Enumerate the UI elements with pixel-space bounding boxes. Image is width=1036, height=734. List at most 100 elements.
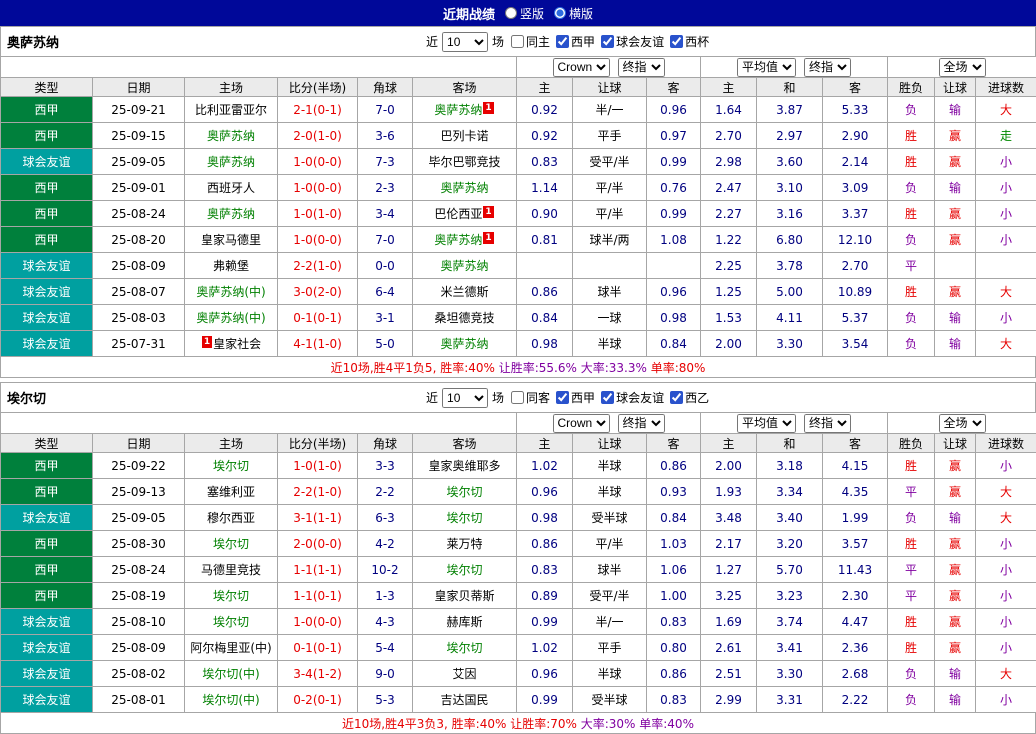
away-team-cell: 巴列卡诺 <box>413 123 517 149</box>
result-handicap: 赢 <box>935 479 976 505</box>
column-header: 比分(半场) <box>278 434 358 453</box>
same-venue-checkbox-box[interactable] <box>511 35 524 48</box>
match-row: 西甲25-09-22埃尔切1-0(1-0)3-3皇家奥维耶多1.02半球0.86… <box>1 453 1036 479</box>
match-date: 25-08-01 <box>93 687 185 713</box>
same-venue-checkbox[interactable]: 同客 <box>511 389 550 406</box>
result-wdl: 平 <box>888 583 935 609</box>
league-filter-checkbox-box[interactable] <box>556 35 569 48</box>
section-header: 埃尔切近10场同客西甲球会友谊西乙 <box>0 382 1036 412</box>
odds-final-select[interactable]: 终指 <box>618 58 665 77</box>
match-row: 球会友谊25-08-01埃尔切(中)0-2(0-1)5-3吉达国民0.99受半球… <box>1 687 1036 713</box>
match-row: 球会友谊25-07-311皇家社会4-1(1-0)5-0奥萨苏纳0.98半球0.… <box>1 331 1036 357</box>
team-name: 吉达国民 <box>440 693 488 707</box>
handicap-odds: 0.96 <box>517 661 573 687</box>
column-header: 客 <box>823 434 888 453</box>
league-filter-checkbox[interactable]: 球会友谊 <box>601 33 664 50</box>
average-final-select[interactable]: 终指 <box>804 58 851 77</box>
average-odds: 3.40 <box>757 505 823 531</box>
league-filter-checkbox-box[interactable] <box>601 391 614 404</box>
result-handicap: 输 <box>935 661 976 687</box>
home-team-cell: 埃尔切(中) <box>185 687 278 713</box>
result-wdl: 平 <box>888 253 935 279</box>
same-venue-checkbox[interactable]: 同主 <box>511 33 550 50</box>
handicap-odds: 1.00 <box>647 583 701 609</box>
layout-vertical-option[interactable]: 竖版 <box>505 5 544 22</box>
fulltime-scope-select[interactable]: 全场 <box>939 58 986 77</box>
column-header: 日期 <box>93 434 185 453</box>
average-odds: 4.11 <box>757 305 823 331</box>
league-filter-checkbox[interactable]: 西乙 <box>670 389 709 406</box>
average-odds: 3.18 <box>757 453 823 479</box>
odds-company-select[interactable]: Crown <box>553 58 610 77</box>
result-wdl: 胜 <box>888 635 935 661</box>
average-source-select[interactable]: 平均值 <box>737 58 796 77</box>
horizontal-layout-radio[interactable] <box>554 7 566 19</box>
handicap-odds: 0.96 <box>647 279 701 305</box>
match-row: 球会友谊25-08-07奥萨苏纳(中)3-0(2-0)6-4米兰德斯0.86球半… <box>1 279 1036 305</box>
vertical-layout-radio[interactable] <box>505 7 517 19</box>
match-row: 西甲25-09-21比利亚雷亚尔2-1(0-1)7-0奥萨苏纳10.92半/一0… <box>1 97 1036 123</box>
average-odds: 2.98 <box>701 149 757 175</box>
away-team-cell: 埃尔切 <box>413 479 517 505</box>
result-wdl: 负 <box>888 227 935 253</box>
layout-horizontal-option[interactable]: 横版 <box>554 5 593 22</box>
league-filter-checkbox-box[interactable] <box>556 391 569 404</box>
average-odds: 2.00 <box>701 453 757 479</box>
result-goals: 小 <box>976 531 1036 557</box>
team-section: 埃尔切近10场同客西甲球会友谊西乙Crown终指平均值终指全场类型日期主场比分(… <box>0 382 1036 734</box>
result-goals: 小 <box>976 305 1036 331</box>
handicap-line: 一球 <box>573 305 647 331</box>
result-handicap: 赢 <box>935 531 976 557</box>
league-filter-checkbox[interactable]: 球会友谊 <box>601 389 664 406</box>
result-wdl: 胜 <box>888 201 935 227</box>
result-handicap: 输 <box>935 331 976 357</box>
match-score: 1-1(1-1) <box>278 557 358 583</box>
team-name: 赫库斯 <box>446 615 482 629</box>
select-group: 平均值终指 <box>701 57 888 78</box>
league-type-badge: 球会友谊 <box>1 635 93 661</box>
home-team-cell: 埃尔切 <box>185 531 278 557</box>
fulltime-scope-select[interactable]: 全场 <box>939 414 986 433</box>
average-odds: 10.89 <box>823 279 888 305</box>
match-date: 25-09-22 <box>93 453 185 479</box>
league-filter-checkbox[interactable]: 西甲 <box>556 33 595 50</box>
league-filter-checkbox-box[interactable] <box>601 35 614 48</box>
team-name: 埃尔切 <box>446 563 482 577</box>
handicap-odds: 0.99 <box>647 149 701 175</box>
league-filter-checkbox[interactable]: 西甲 <box>556 389 595 406</box>
result-goals: 小 <box>976 687 1036 713</box>
column-header: 类型 <box>1 434 93 453</box>
team-name: 埃尔切 <box>213 589 249 603</box>
column-header: 主 <box>517 434 573 453</box>
result-goals: 大 <box>976 331 1036 357</box>
average-odds: 3.23 <box>757 583 823 609</box>
match-filters: 近10场同客西甲球会友谊西乙 <box>425 388 709 408</box>
handicap-odds: 0.84 <box>647 331 701 357</box>
average-source-select[interactable]: 平均值 <box>737 414 796 433</box>
column-header: 让球 <box>935 78 976 97</box>
column-header: 主场 <box>185 78 278 97</box>
league-filter-checkbox[interactable]: 西杯 <box>670 33 709 50</box>
odds-final-select[interactable]: 终指 <box>618 414 665 433</box>
team-name: 皇家奥维耶多 <box>428 459 500 473</box>
league-type-badge: 西甲 <box>1 123 93 149</box>
away-team-cell: 奥萨苏纳 <box>413 175 517 201</box>
match-count-select[interactable]: 10 <box>442 388 488 408</box>
home-team-cell: 比利亚雷亚尔 <box>185 97 278 123</box>
handicap-line: 受平/半 <box>573 149 647 175</box>
match-score: 3-0(2-0) <box>278 279 358 305</box>
league-filter-checkbox-box[interactable] <box>670 391 683 404</box>
league-filter-checkbox-box[interactable] <box>670 35 683 48</box>
league-type-badge: 球会友谊 <box>1 253 93 279</box>
average-final-select[interactable]: 终指 <box>804 414 851 433</box>
match-date: 25-08-10 <box>93 609 185 635</box>
match-score: 0-1(0-1) <box>278 305 358 331</box>
team-name: 塞维利亚 <box>207 485 255 499</box>
team-name: 奥萨苏纳 <box>434 103 482 117</box>
home-team-cell: 埃尔切 <box>185 453 278 479</box>
average-odds: 3.87 <box>757 97 823 123</box>
odds-company-select[interactable]: Crown <box>553 414 610 433</box>
match-count-select[interactable]: 10 <box>442 32 488 52</box>
same-venue-checkbox-box[interactable] <box>511 391 524 404</box>
league-filter-checkbox-label: 球会友谊 <box>616 389 664 406</box>
